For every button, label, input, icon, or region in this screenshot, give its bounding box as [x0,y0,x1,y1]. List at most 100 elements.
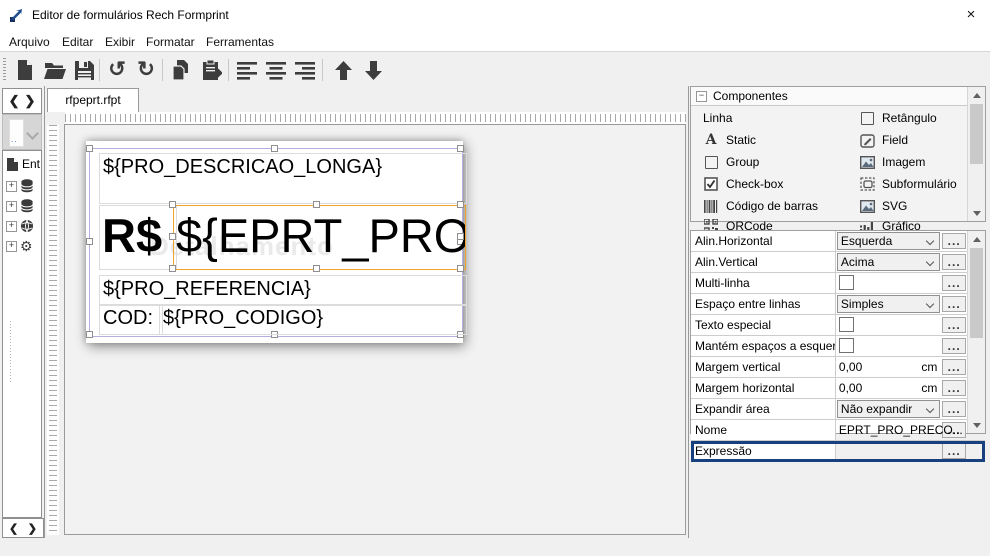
alin-vertical-select[interactable]: Acima [837,253,940,271]
component-imagem[interactable]: Imagem [859,152,925,172]
component-svg[interactable]: SVG [859,196,907,216]
espaco-linhas-select[interactable]: Simples [837,295,940,313]
expand-plus-icon[interactable]: + [6,181,17,192]
tab-rfpeprt[interactable]: rfpeprt.rfpt [47,88,139,112]
component-checkbox[interactable]: Check-box [703,174,783,194]
field-referencia[interactable]: ${PRO_REFERENCIA} [99,275,467,306]
scroll-up-icon[interactable] [968,231,985,247]
field-descricao[interactable]: ${PRO_DESCRICAO_LONGA} [99,153,467,204]
selection-handle[interactable] [313,265,320,272]
sidebar-divider[interactable] [44,86,45,538]
tree-item-database-2[interactable]: + [6,197,34,215]
nome-value[interactable]: EPRT_PRO_PRECO... [839,420,963,440]
components-scrollbar[interactable] [967,87,985,221]
component-static[interactable]: A Static [703,130,756,150]
collapse-minus-icon[interactable]: − [696,91,707,102]
selection-handle[interactable] [169,233,176,240]
scrollbar-thumb[interactable] [970,104,983,164]
mantem-espacos-checkbox[interactable] [839,338,854,353]
selection-handle[interactable] [457,233,464,240]
scroll-down-icon[interactable] [968,417,985,433]
tree-item-database-1[interactable]: + [6,177,34,195]
alin-horizontal-select[interactable]: Esquerda [837,232,940,250]
toolbar-grip[interactable] [3,58,6,82]
alin-vertical-ellipsis-button[interactable]: ... [942,254,966,270]
selection-handle[interactable] [457,201,464,208]
paste-button[interactable] [198,57,224,83]
new-file-icon [15,59,35,81]
field-preco-selected[interactable]: ${EPRT_PRO_PRECO} [173,205,466,270]
scroll-up-icon[interactable] [968,87,985,103]
texto-especial-checkbox[interactable] [839,317,854,332]
margem-horizontal-input[interactable]: 0,00 [839,378,862,398]
redo-button[interactable]: ↻ [133,57,159,83]
mantem-espacos-ellipsis-button[interactable]: ... [942,338,966,354]
margem-vertical-input[interactable]: 0,00 [839,357,862,377]
field-codigo[interactable]: ${PRO_CODIGO} [159,304,467,335]
menu-ferramentas[interactable]: Ferramentas [202,33,278,51]
palette-chevron-down-icon[interactable] [26,127,39,140]
margem-horizontal-ellipsis-button[interactable]: ... [942,380,966,396]
align-center-button[interactable] [263,57,289,83]
property-row-expressao[interactable]: Expressão ... [691,441,985,462]
new-file-button[interactable] [12,57,38,83]
texto-especial-ellipsis-button[interactable]: ... [942,317,966,333]
svg-image-icon [859,198,875,214]
move-down-button[interactable] [360,57,386,83]
selection-handle[interactable] [457,265,464,272]
form-page[interactable]: Detalhamento ${PRO_DESCRICAO_LONGA} R$ $… [86,141,463,343]
selection-handle[interactable] [169,265,176,272]
align-left-button[interactable] [234,57,260,83]
menu-editar[interactable]: Editar [58,33,97,51]
copy-button[interactable] [168,57,194,83]
component-retangulo[interactable]: Retângulo [859,108,937,128]
menu-arquivo[interactable]: Arquivo [5,33,54,51]
open-file-button[interactable] [42,57,68,83]
component-subformulario[interactable]: Subformulário [859,174,957,194]
selection-handle[interactable] [169,201,176,208]
static-currency[interactable]: R$ [99,205,177,270]
static-cod[interactable]: COD: [99,304,163,335]
close-button[interactable]: × [958,4,984,26]
tree-root-item[interactable]: Ent [6,155,40,173]
band-handle[interactable] [86,238,93,245]
selection-handle[interactable] [313,201,320,208]
band-handle[interactable] [457,145,464,152]
move-up-button[interactable] [330,57,356,83]
component-field[interactable]: Field [859,130,908,150]
scroll-left-icon[interactable]: ❮ [9,522,18,535]
expand-plus-icon[interactable]: + [6,201,17,212]
expandir-area-select[interactable]: Não expandir [837,400,940,418]
undo-button[interactable]: ↺ [104,57,130,83]
menu-formatar[interactable]: Formatar [142,33,199,51]
tree-item-gear[interactable]: + ⚙ [6,237,33,255]
save-button[interactable] [71,57,97,83]
expand-plus-icon[interactable]: + [6,241,17,252]
multi-linha-ellipsis-button[interactable]: ... [942,275,966,291]
alin-horizontal-ellipsis-button[interactable]: ... [942,233,966,249]
band-handle[interactable] [271,145,278,152]
scroll-down-icon[interactable] [968,205,985,221]
subform-icon [859,176,875,192]
scrollbar-thumb[interactable] [970,248,983,338]
xml-view-toggle[interactable]: ❮ ❯ [2,88,42,114]
expressao-ellipsis-button[interactable]: ... [942,443,966,459]
espaco-linhas-ellipsis-button[interactable]: ... [942,296,966,312]
align-right-button[interactable] [292,57,318,83]
multi-linha-checkbox[interactable] [839,275,854,290]
design-viewport[interactable]: Detalhamento ${PRO_DESCRICAO_LONGA} R$ $… [64,124,686,535]
window-title: Editor de formulários Rech Formprint [32,8,229,22]
properties-scrollbar[interactable] [967,231,985,433]
component-linha[interactable]: Linha [703,108,732,128]
menu-exibir[interactable]: Exibir [101,33,139,51]
component-group[interactable]: Group [703,152,759,172]
expandir-area-ellipsis-button[interactable]: ... [942,401,966,417]
scroll-right-icon[interactable]: ❯ [28,522,37,535]
band-handle[interactable] [86,145,93,152]
component-barcode[interactable]: Código de barras [703,196,818,216]
panel-divider[interactable] [688,86,689,538]
tree-item-globe[interactable]: + [6,217,34,235]
expand-plus-icon[interactable]: + [6,221,17,232]
margem-vertical-ellipsis-button[interactable]: ... [942,359,966,375]
band-handle[interactable] [86,331,93,338]
